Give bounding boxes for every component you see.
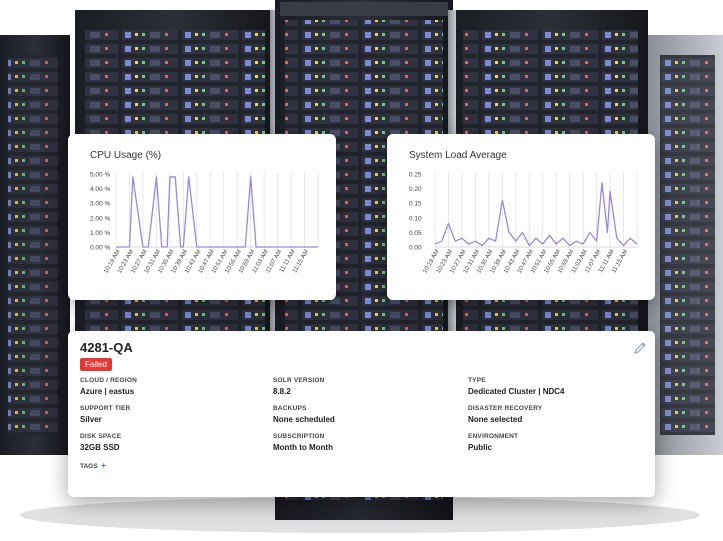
field-value: Month to Month bbox=[273, 443, 333, 452]
field-backups: BACKUPS None scheduled bbox=[273, 405, 453, 424]
field-solr-version: SOLR VERSION 8.8.2 bbox=[273, 377, 453, 396]
field-value: Public bbox=[468, 443, 493, 452]
field-label: SUPPORT TIER bbox=[80, 405, 131, 412]
cpu-y-tick-label: 5.00 % bbox=[90, 172, 110, 179]
field-value: 8.8.2 bbox=[273, 387, 291, 396]
field-environment: ENVIRONMENT Public bbox=[468, 433, 648, 452]
field-support-tier: SUPPORT TIER Silver bbox=[80, 405, 260, 424]
load-y-tick-label: 0.25 bbox=[409, 172, 422, 179]
cluster-name: 4281-QA bbox=[80, 340, 133, 355]
field-label: DISK SPACE bbox=[80, 433, 122, 440]
status-badge: Failed bbox=[80, 358, 112, 371]
field-value: 32GB SSD bbox=[80, 443, 120, 452]
load-y-tick-label: 0.20 bbox=[409, 186, 422, 193]
cpu-y-tick-label: 4.00 % bbox=[90, 186, 110, 193]
field-cloud-region: CLOUD / REGION Azure | eastus bbox=[80, 377, 260, 396]
tags-label: TAGS bbox=[80, 463, 98, 470]
field-disaster-recovery: DISASTER RECOVERY None selected bbox=[468, 405, 648, 424]
load-y-tick-label: 0.05 bbox=[409, 230, 422, 237]
load-chart-title: System Load Average bbox=[409, 150, 507, 161]
field-value: None selected bbox=[468, 415, 523, 424]
field-label: ENVIRONMENT bbox=[468, 433, 519, 440]
field-label: SUBSCRIPTION bbox=[273, 433, 325, 440]
field-value: None scheduled bbox=[273, 415, 335, 424]
load-y-tick-label: 0.15 bbox=[409, 201, 422, 208]
add-tag-button[interactable]: + bbox=[101, 461, 106, 470]
field-label: BACKUPS bbox=[273, 405, 307, 412]
system-load-chart-card: 0.25 0.20 0.15 0.10 0.05 0.00 10:19 AM 10:23 AM… bbox=[387, 134, 655, 300]
field-subscription: SUBSCRIPTION Month to Month bbox=[273, 433, 453, 452]
cpu-series-line bbox=[116, 176, 318, 248]
cpu-y-tick-label: 0.00 % bbox=[90, 245, 110, 252]
field-label: DISASTER RECOVERY bbox=[468, 405, 543, 412]
cpu-y-tick-label: 3.00 % bbox=[90, 201, 110, 208]
field-value: Azure | eastus bbox=[80, 387, 135, 396]
field-disk-space: DISK SPACE 32GB SSD bbox=[80, 433, 260, 452]
field-value: Dedicated Cluster | NDC4 bbox=[468, 387, 565, 396]
field-type: TYPE Dedicated Cluster | NDC4 bbox=[468, 377, 648, 396]
field-label: CLOUD / REGION bbox=[80, 377, 137, 384]
load-y-tick-label: 0.00 bbox=[409, 245, 422, 252]
field-label: SOLR VERSION bbox=[273, 377, 325, 384]
field-label: TYPE bbox=[468, 377, 486, 384]
tags-row: TAGS + bbox=[80, 461, 106, 470]
load-series-line bbox=[434, 182, 638, 247]
load-y-tick-label: 0.10 bbox=[409, 215, 422, 222]
field-value: Silver bbox=[80, 415, 102, 424]
cpu-usage-chart-card: 5.00 % 4.00 % 3.00 % 2.00 % 1.00 % 0.00 % 10:1… bbox=[68, 134, 336, 300]
pencil-icon[interactable] bbox=[633, 341, 647, 355]
cpu-chart-title: CPU Usage (%) bbox=[90, 150, 162, 161]
cpu-y-tick-label: 2.00 % bbox=[90, 215, 110, 222]
cpu-y-tick-label: 1.00 % bbox=[90, 230, 110, 237]
cluster-detail-card: 4281-QA Failed CLOUD / REGION Azure | ea… bbox=[68, 331, 655, 497]
